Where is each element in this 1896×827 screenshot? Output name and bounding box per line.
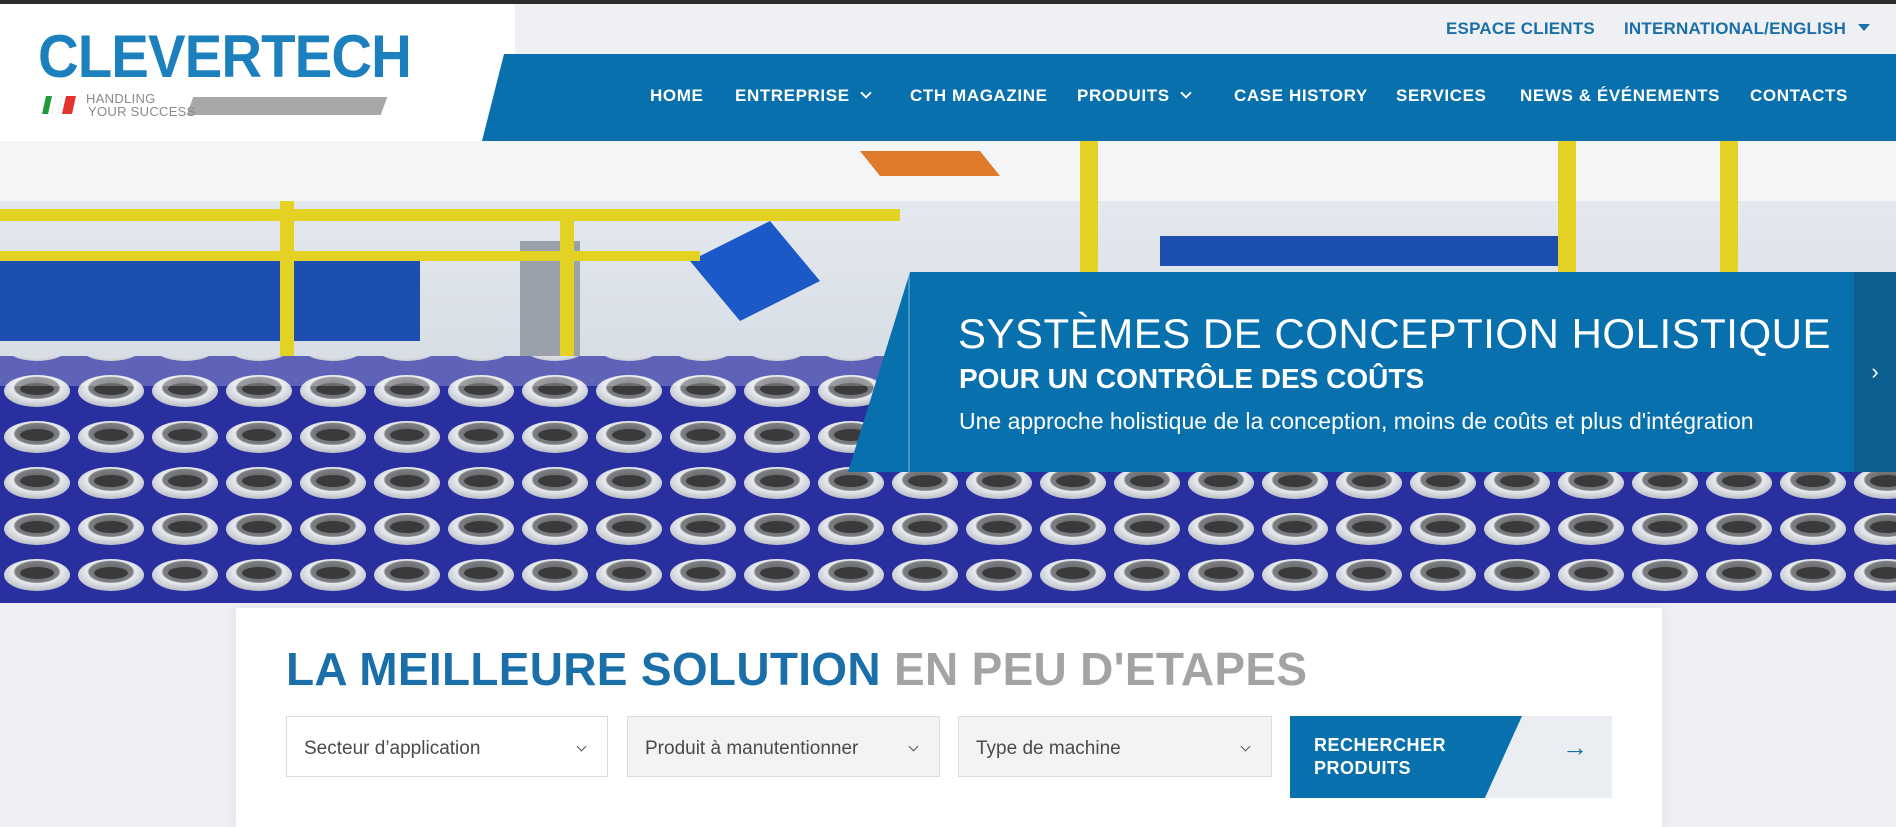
caret-down-icon — [1858, 24, 1871, 32]
search-products-button[interactable]: RECHERCHER PRODUITS → — [1290, 716, 1612, 798]
customer-area-link[interactable]: ESPACE CLIENTS — [1446, 19, 1595, 39]
hero-subtitle: POUR UN CONTRÔLE DES COÛTS — [959, 363, 1425, 394]
nav-item-entreprise[interactable]: ENTREPRISE — [735, 86, 872, 106]
language-label: INTERNATIONAL/ENGLISH — [1624, 19, 1847, 38]
hero-text: Une approche holistique de la conception… — [959, 408, 1754, 434]
chevron-down-icon — [1179, 87, 1192, 99]
application-sector-select[interactable]: Secteur d’application — [286, 716, 608, 777]
hero-title: SYSTÈMES DE CONCEPTION HOLISTIQUE — [958, 310, 1831, 357]
logo-swoosh — [186, 97, 388, 115]
logo-tagline: HANDLING YOUR SUCCESS — [86, 92, 196, 118]
select-placeholder: Produit à manutentionner — [645, 738, 859, 759]
chevron-down-icon — [576, 741, 587, 752]
slider-next-button[interactable]: › — [1854, 272, 1896, 472]
machine-type-select[interactable]: Type de machine — [958, 716, 1272, 777]
nav-label-cth-magazine: CTH MAGAZINE — [910, 86, 1048, 105]
headline-primary: LA MEILLEURE SOLUTION — [286, 643, 881, 695]
site-header: CLEVERTECH HANDLING YOUR SUCCESS ESPACE … — [0, 4, 1896, 141]
chevron-down-icon — [859, 87, 872, 99]
nav-item-cth-magazine[interactable]: CTH MAGAZINE — [910, 86, 1048, 106]
select-placeholder: Type de machine — [976, 738, 1121, 759]
arrow-right-icon: → — [1562, 732, 1588, 762]
logo-wordmark: CLEVERTECH — [38, 23, 412, 90]
nav-item-home[interactable]: HOME — [650, 86, 703, 106]
nav-label-contacts: CONTACTS — [1750, 86, 1848, 105]
nav-item-produits[interactable]: PRODUITS — [1077, 86, 1192, 106]
nav-label-services: SERVICES — [1396, 86, 1487, 105]
chevron-right-icon: › — [1871, 359, 1879, 384]
logo[interactable]: CLEVERTECH HANDLING YOUR SUCCESS — [0, 4, 520, 141]
product-to-handle-select[interactable]: Produit à manutentionner — [627, 716, 940, 777]
italian-flag-icon — [42, 96, 76, 114]
nav-item-news[interactable]: NEWS & ÉVÉNEMENTS — [1520, 86, 1720, 106]
nav-label-news: NEWS & ÉVÉNEMENTS — [1520, 86, 1721, 105]
nav-label-entreprise: ENTREPRISE — [735, 86, 850, 105]
language-selector[interactable]: INTERNATIONAL/ENGLISH — [1624, 19, 1871, 39]
main-nav: HOME ENTREPRISE CTH MAGAZINE PRODUITS CA… — [482, 54, 1896, 141]
product-search-panel: LA MEILLEURE SOLUTION EN PEU D'ETAPES Se… — [236, 608, 1662, 827]
search-headline: LA MEILLEURE SOLUTION EN PEU D'ETAPES — [286, 642, 1307, 696]
chevron-down-icon — [908, 741, 919, 752]
chevron-down-icon — [1240, 741, 1251, 752]
nav-item-contacts[interactable]: CONTACTS — [1750, 86, 1848, 106]
banner-divider — [908, 272, 910, 472]
nav-label-home: HOME — [650, 86, 704, 105]
select-placeholder: Secteur d’application — [304, 738, 481, 759]
search-button-label: RECHERCHER PRODUITS — [1314, 735, 1447, 778]
utility-bar: ESPACE CLIENTS INTERNATIONAL/ENGLISH — [515, 4, 1896, 54]
nav-item-case-history[interactable]: CASE HISTORY — [1234, 86, 1368, 106]
tagline-line-2: YOUR SUCCESS — [88, 104, 196, 119]
nav-label-produits: PRODUITS — [1077, 86, 1170, 105]
hero-banner: SYSTÈMES DE CONCEPTION HOLISTIQUE POUR U… — [848, 272, 1896, 472]
nav-item-services[interactable]: SERVICES — [1396, 86, 1486, 106]
headline-secondary: EN PEU D'ETAPES — [894, 643, 1308, 695]
nav-label-case-history: CASE HISTORY — [1234, 86, 1368, 105]
hero-slider: SYSTÈMES DE CONCEPTION HOLISTIQUE POUR U… — [0, 141, 1896, 603]
